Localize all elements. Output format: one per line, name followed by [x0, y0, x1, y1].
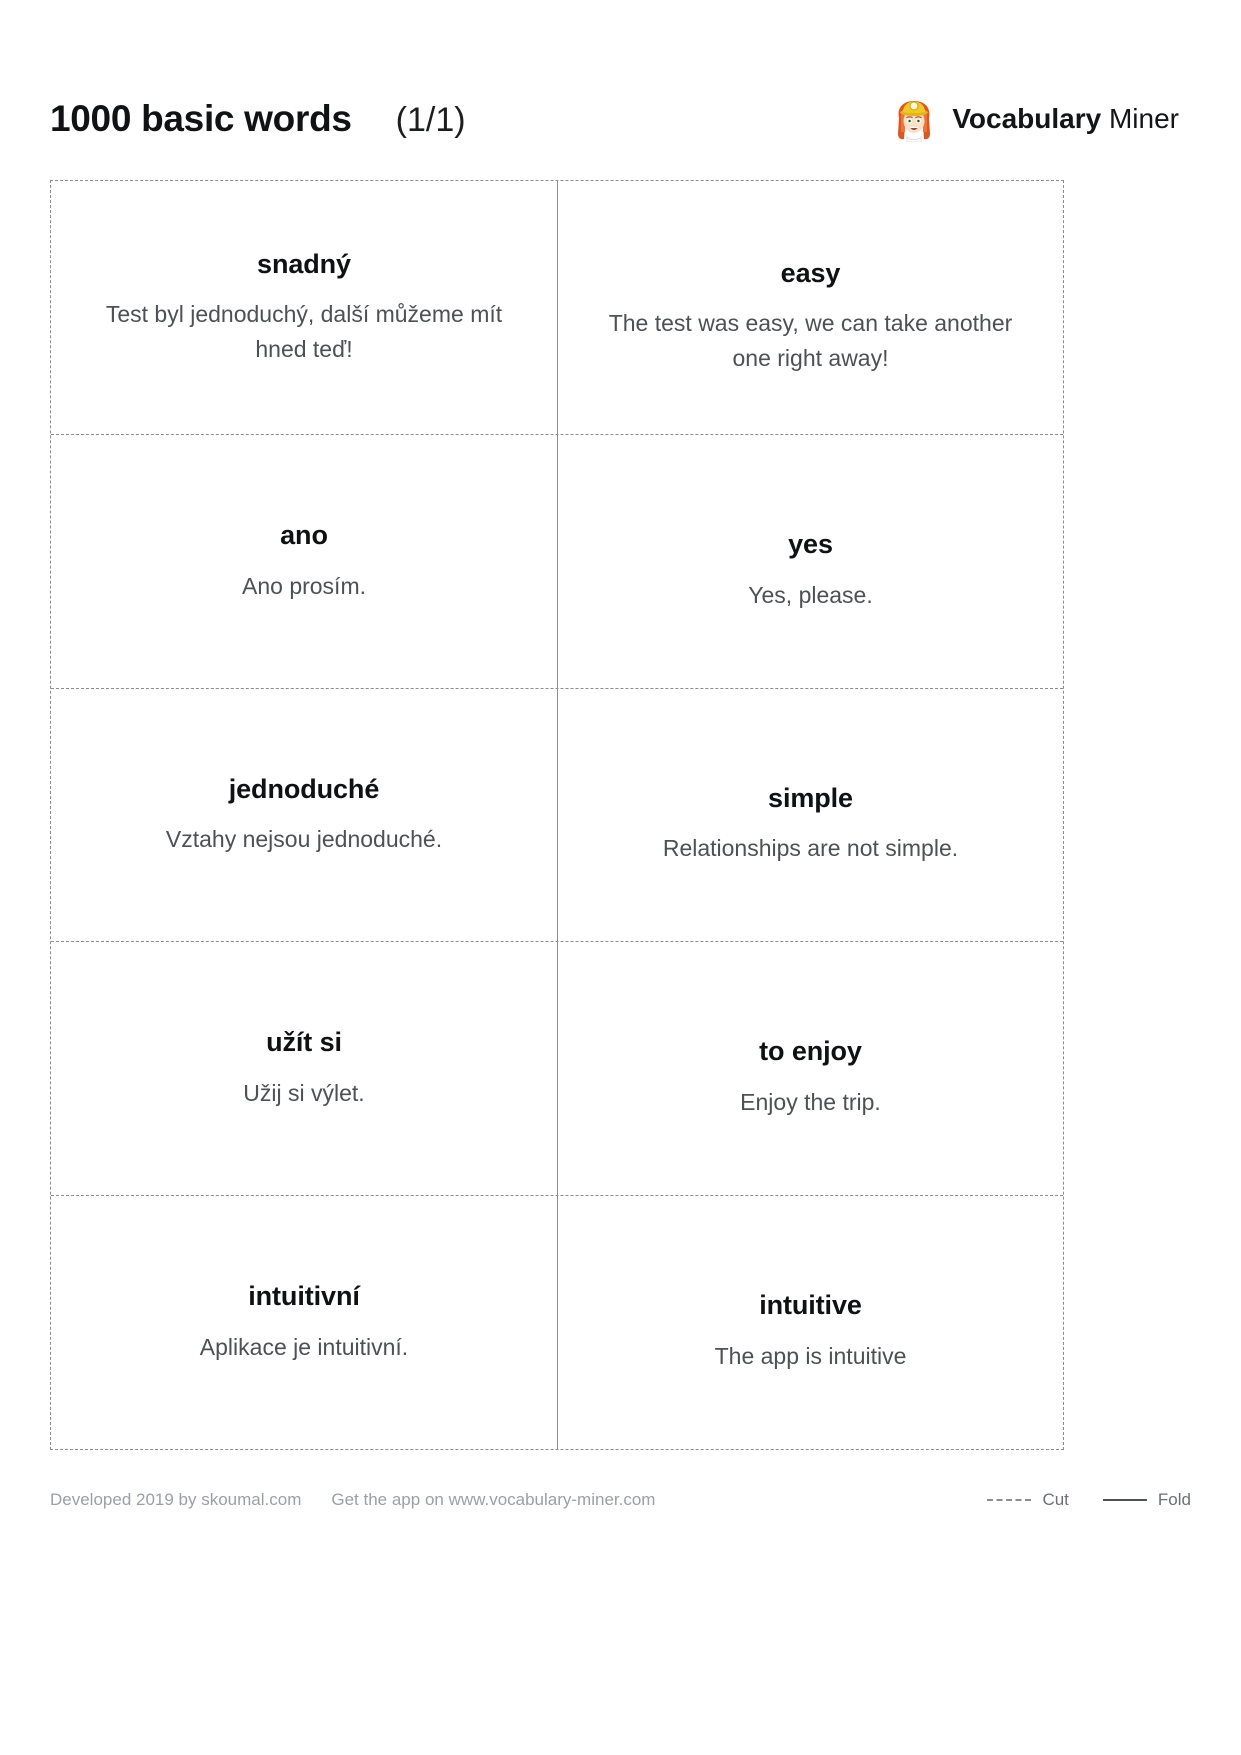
sheet-footer: Developed 2019 by skoumal.com Get the ap… — [50, 1480, 1191, 1520]
flashcard-term: yes — [788, 528, 833, 559]
legend-cut: Cut — [987, 1490, 1069, 1510]
flashcard-example: Aplikace je intuitivní. — [199, 1333, 409, 1360]
footer-credits: Developed 2019 by skoumal.com Get the ap… — [50, 1490, 655, 1510]
page-title: 1000 basic words — [50, 98, 352, 139]
legend-fold: Fold — [1102, 1490, 1191, 1510]
legend-cut-label: Cut — [1042, 1490, 1069, 1509]
flashcard-row: ano Ano prosím. yes Yes, please. — [51, 433, 1063, 688]
page-counter: (1/1) — [395, 101, 466, 139]
flashcard-back: intuitive The app is intuitive — [557, 1196, 1063, 1449]
flashcard-example: Enjoy the trip. — [740, 1089, 881, 1116]
flashcard-term: simple — [768, 782, 853, 813]
flashcard-example: Yes, please. — [748, 581, 873, 608]
title-group: 1000 basic words (1/1) — [50, 98, 466, 140]
flashcard-row: snadný Test byl jednoduchý, další můžeme… — [51, 181, 1063, 434]
brand-name: Vocabulary Miner — [952, 103, 1179, 135]
solid-line-icon — [1102, 1499, 1147, 1501]
brand-name-primary: Vocabulary — [952, 103, 1102, 134]
flashcard-grid: snadný Test byl jednoduchý, další můžeme… — [50, 180, 1064, 1450]
flashcard-row: intuitivní Aplikace je intuitivní. intui… — [51, 1195, 1063, 1449]
brand-logo: Vocabulary Miner — [892, 96, 1191, 142]
flashcard-back: simple Relationships are not simple. — [557, 688, 1063, 942]
flashcard-front: užít si Užij si výlet. — [51, 942, 557, 1195]
footer-legend: Cut Fold — [987, 1490, 1191, 1510]
flashcard-front: ano Ano prosím. — [51, 435, 557, 688]
flashcard-term: intuitivní — [248, 1281, 360, 1312]
dashed-line-icon — [987, 1499, 1032, 1501]
flashcard-front: intuitivní Aplikace je intuitivní. — [51, 1196, 557, 1449]
flashcard-example: Vztahy nejsou jednoduché. — [165, 826, 443, 853]
flashcard-example: Ano prosím. — [242, 572, 366, 599]
legend-fold-label: Fold — [1157, 1490, 1191, 1509]
flashcard-front: jednoduché Vztahy nejsou jednoduché. — [51, 689, 557, 942]
flashcard-term: easy — [780, 257, 841, 288]
brand-name-secondary: Miner — [1108, 103, 1179, 134]
flashcard-term: to enjoy — [759, 1036, 862, 1067]
flashcard-example: The app is intuitive — [714, 1342, 907, 1369]
flashcard-row: jednoduché Vztahy nejsou jednoduché. sim… — [51, 687, 1063, 942]
flashcard-example: Test byl jednoduchý, další můžeme mít hn… — [105, 301, 503, 363]
flashcard-example: Užij si výlet. — [243, 1080, 365, 1107]
flashcard-term: ano — [280, 519, 328, 550]
get-the-app-link[interactable]: Get the app on www.vocabulary-miner.com — [331, 1490, 655, 1510]
flashcard-term: intuitive — [759, 1290, 862, 1321]
flashcard-back: to enjoy Enjoy the trip. — [557, 942, 1063, 1196]
flashcard-row: užít si Užij si výlet. to enjoy Enjoy th… — [51, 941, 1063, 1196]
flashcard-term: jednoduché — [228, 773, 380, 804]
flashcard-back: yes Yes, please. — [557, 434, 1063, 688]
flashcard-back: easy The test was easy, we can take anot… — [557, 181, 1063, 434]
developed-by-text: Developed 2019 by skoumal.com — [50, 1490, 302, 1509]
printable-flashcard-sheet: 1000 basic words (1/1) Vocabulary Miner … — [0, 0, 1241, 1755]
flashcard-term: snadný — [257, 248, 351, 279]
flashcard-example: The test was easy, we can take another o… — [608, 310, 1013, 372]
flashcard-rows: snadný Test byl jednoduchý, další můžeme… — [51, 181, 1063, 1449]
flashcard-term: užít si — [266, 1027, 342, 1058]
miner-avatar-icon — [892, 96, 936, 142]
sheet-header: 1000 basic words (1/1) Vocabulary Miner — [50, 88, 1191, 150]
flashcard-example: Relationships are not simple. — [662, 835, 959, 862]
flashcard-front: snadný Test byl jednoduchý, další můžeme… — [51, 181, 557, 434]
